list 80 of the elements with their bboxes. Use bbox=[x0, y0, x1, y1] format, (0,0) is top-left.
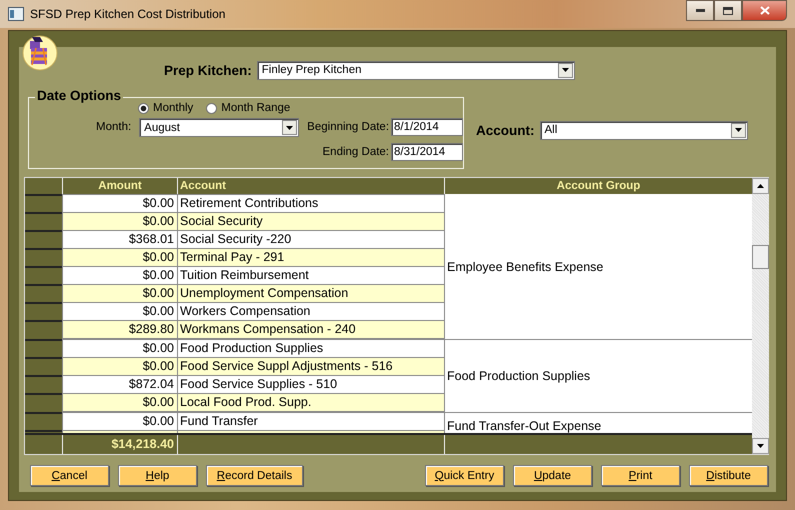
field-label: Account: bbox=[476, 122, 534, 138]
table-cell: Retirement Contributions bbox=[177, 194, 444, 212]
kitchen-logo-icon bbox=[22, 33, 58, 71]
table-cell: Fund Transfer-Out Expense bbox=[447, 419, 602, 434]
table-cell: Food Production Supplies bbox=[447, 369, 590, 383]
action-button[interactable]: Quick Entry bbox=[425, 465, 504, 486]
maximize-icon bbox=[723, 6, 733, 14]
table-cell: $0.00 bbox=[62, 339, 177, 357]
app-icon bbox=[8, 7, 24, 21]
minimize-button[interactable] bbox=[686, 0, 714, 21]
minimize-icon bbox=[696, 9, 704, 12]
field-label: Beginning Date: bbox=[307, 121, 390, 133]
scrollbar[interactable] bbox=[752, 178, 769, 454]
table-cell: Tuition Reimbursement bbox=[177, 266, 444, 284]
row-header[interactable] bbox=[25, 212, 62, 230]
caret-icon bbox=[562, 68, 569, 72]
table-cell: $368.01 bbox=[62, 230, 177, 248]
table-cell: $0.00 bbox=[62, 284, 177, 302]
window-title: SFSD Prep Kitchen Cost Distribution bbox=[30, 7, 226, 21]
table-cell: $0.00 bbox=[62, 357, 177, 375]
field-label: Prep Kitchen: bbox=[164, 62, 252, 78]
date-field[interactable]: 8/1/2014 bbox=[391, 118, 464, 136]
row-header[interactable] bbox=[25, 248, 62, 266]
caret-icon bbox=[286, 126, 294, 130]
table-cell: $0.00 bbox=[62, 248, 177, 266]
row-header[interactable] bbox=[25, 412, 62, 430]
row-header[interactable] bbox=[25, 284, 62, 302]
total-amount: $14,218.40 bbox=[62, 435, 177, 454]
table-cell: Workers Compensation bbox=[177, 302, 444, 320]
dropdown-button[interactable] bbox=[730, 122, 746, 138]
table-cell: Unemployment Compensation bbox=[177, 284, 444, 302]
scroll-down-button[interactable] bbox=[752, 438, 769, 454]
close-icon bbox=[760, 6, 770, 15]
down-arrow-icon bbox=[757, 444, 764, 448]
radio-option[interactable]: Monthly bbox=[138, 102, 194, 114]
table-cell: Social Security bbox=[177, 212, 444, 230]
table-cell: Food Production Supplies bbox=[177, 339, 444, 357]
action-button[interactable]: Distibute bbox=[689, 465, 768, 486]
table-cell: $0.00 bbox=[62, 302, 177, 320]
action-button[interactable]: Update bbox=[513, 465, 592, 486]
table-cell: Terminal Pay - 291 bbox=[177, 248, 444, 266]
row-header[interactable] bbox=[25, 302, 62, 320]
month-dropdown[interactable]: August bbox=[139, 118, 300, 137]
column-header[interactable]: Account bbox=[177, 178, 444, 194]
dropdown-button[interactable] bbox=[558, 62, 573, 78]
close-button[interactable] bbox=[742, 0, 787, 21]
radio-option[interactable]: Month Range bbox=[206, 102, 290, 114]
action-button[interactable]: Record Details bbox=[206, 465, 303, 486]
dropdown-button[interactable] bbox=[282, 120, 298, 135]
row-header[interactable] bbox=[25, 393, 62, 411]
row-header[interactable] bbox=[25, 320, 62, 338]
scroll-thumb[interactable] bbox=[752, 245, 769, 269]
caret-icon bbox=[734, 128, 742, 132]
field-label: Month: bbox=[96, 121, 132, 135]
row-header[interactable] bbox=[25, 339, 62, 357]
field-label: Ending Date: bbox=[322, 146, 390, 158]
prep-kitchen-dropdown[interactable]: Finley Prep Kitchen bbox=[256, 60, 575, 80]
row-header[interactable] bbox=[25, 230, 62, 248]
action-button[interactable]: Print bbox=[601, 465, 680, 486]
column-header[interactable]: Amount bbox=[62, 178, 177, 194]
scroll-up-button[interactable] bbox=[752, 178, 769, 194]
maximize-button[interactable] bbox=[714, 0, 742, 21]
table-cell: $0.00 bbox=[62, 212, 177, 230]
table-cell: Food Service Suppl Adjustments - 516 bbox=[177, 357, 444, 375]
table-cell: Social Security -220 bbox=[177, 230, 444, 248]
row-header[interactable] bbox=[25, 357, 62, 375]
action-button[interactable]: Cancel bbox=[30, 465, 109, 486]
up-arrow-icon bbox=[757, 184, 764, 188]
table-cell: $0.00 bbox=[62, 194, 177, 212]
action-button[interactable]: Help bbox=[118, 465, 197, 486]
table-cell: Food Service Supplies - 510 bbox=[177, 375, 444, 393]
row-header[interactable] bbox=[25, 266, 62, 284]
table-cell: Employee Benefits Expense bbox=[447, 260, 604, 274]
table-cell: $0.00 bbox=[62, 266, 177, 284]
group-title: Date Options bbox=[35, 88, 124, 103]
table-cell: $872.04 bbox=[62, 375, 177, 393]
account-dropdown[interactable]: All bbox=[540, 120, 748, 140]
date-field[interactable]: 8/31/2014 bbox=[391, 143, 464, 161]
row-header[interactable] bbox=[25, 194, 62, 212]
row-header[interactable] bbox=[25, 375, 62, 393]
